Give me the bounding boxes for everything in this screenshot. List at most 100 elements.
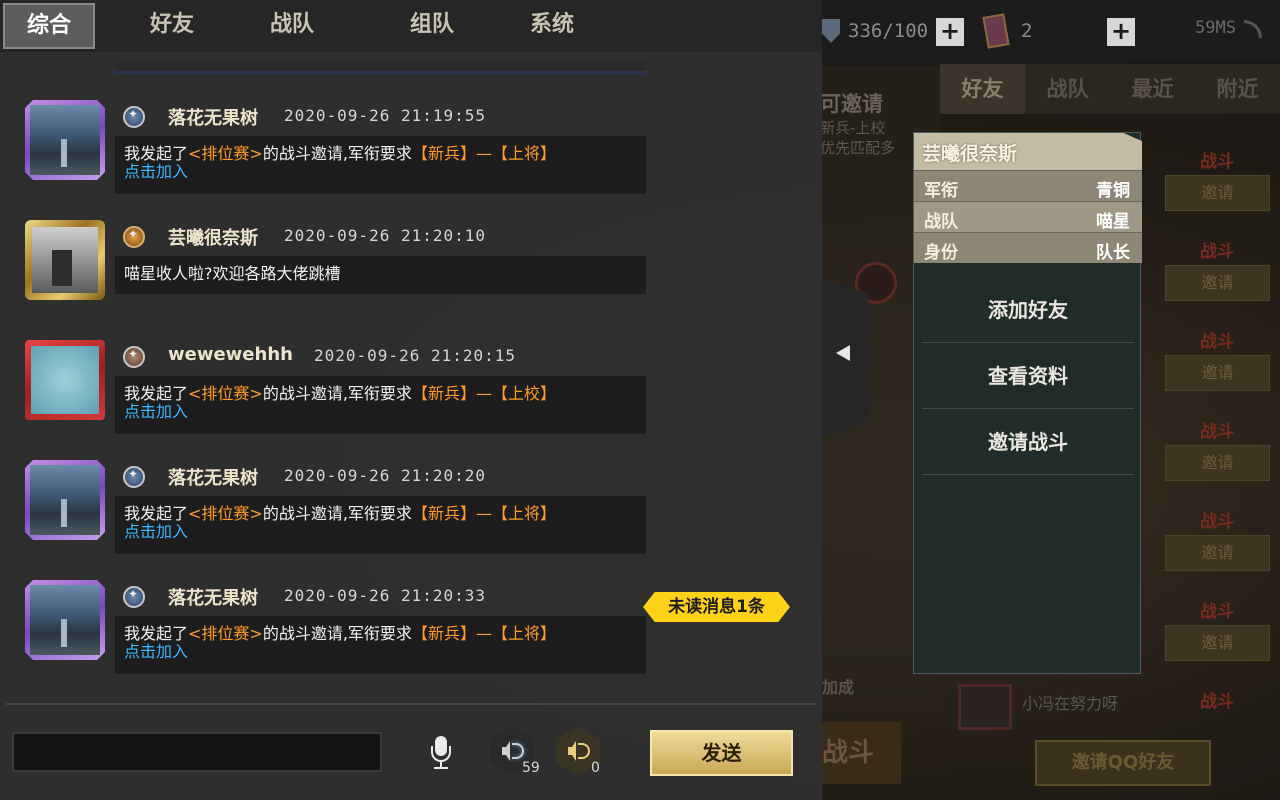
rank-from: 【新兵】 [411, 144, 476, 163]
team-voice-count: 59 [522, 760, 540, 776]
previous-message-edge [115, 62, 646, 74]
info-key: 军衔 [924, 181, 958, 201]
tab-friends[interactable]: 好友 [107, 0, 237, 52]
chat-panel: 综合 好友 战队 组队 系统 落花无果树 2020-09-26 21:19:55… [0, 0, 822, 800]
sender-name[interactable]: 落花无果树 [168, 584, 258, 610]
message-time: 2020-09-26 21:20:15 [314, 346, 517, 365]
message-time: 2020-09-26 21:20:33 [284, 586, 487, 605]
friend-battle-label: 战斗 [1200, 602, 1234, 622]
microphone-icon[interactable] [430, 736, 452, 770]
input-divider [6, 703, 816, 705]
avatar[interactable] [25, 460, 105, 540]
avatar[interactable] [25, 340, 105, 420]
friend-invite-button[interactable]: 邀请 [1165, 625, 1270, 661]
avatar[interactable] [25, 220, 105, 300]
message-text: 的战斗邀请,军衔要求 [262, 384, 412, 403]
message-time: 2020-09-26 21:20:20 [284, 466, 487, 485]
join-link[interactable]: 点击加入 [124, 643, 637, 661]
sender-name[interactable]: 落花无果树 [168, 104, 258, 130]
join-link[interactable]: 点击加入 [124, 163, 637, 181]
info-value: 喵星 [1096, 212, 1130, 232]
friend-invite-button[interactable]: 邀请 [1165, 445, 1270, 481]
rank-badge-icon [123, 226, 145, 248]
add-friend-button[interactable]: 添加好友 [922, 277, 1134, 343]
friend-name: 小冯在努力呀 [1022, 694, 1119, 713]
friend-battle-label: 战斗 [1200, 422, 1234, 442]
side-tab-team[interactable]: 战队 [1025, 64, 1110, 114]
rank-badge-icon [123, 586, 145, 608]
match-mode: <排位赛> [188, 504, 263, 523]
popup-info-row: 身份 队长 [914, 232, 1142, 263]
rank-dash: — [475, 624, 492, 643]
card-counter: 2 [982, 13, 1033, 49]
ping-readout: 59MS [1195, 18, 1236, 38]
message-text: 喵星收人啦?欢迎各路大佬跳槽 [124, 264, 341, 283]
chat-input[interactable] [12, 732, 382, 772]
rank-badge-icon [123, 346, 145, 368]
friend-invite-button[interactable]: 邀请 [1165, 175, 1270, 211]
message-text: 的战斗邀请,军衔要求 [262, 144, 412, 163]
friend-battle-label: 战斗 [1200, 152, 1234, 172]
rank-dash: — [475, 384, 492, 403]
add-stamina-button[interactable]: + [936, 18, 964, 46]
chat-message: 落花无果树 2020-09-26 21:19:55 我发起了<排位赛>的战斗邀请… [25, 100, 655, 210]
friend-invite-button[interactable]: 邀请 [1165, 265, 1270, 301]
info-value: 队长 [1096, 243, 1130, 263]
invite-sub-line2: 优先匹配多 [820, 139, 896, 157]
info-key: 战队 [924, 212, 958, 232]
join-link[interactable]: 点击加入 [124, 523, 637, 541]
message-text: 我发起了 [124, 144, 189, 163]
side-tab-recent[interactable]: 最近 [1110, 64, 1195, 114]
rank-badge-icon [123, 466, 145, 488]
sender-name[interactable]: 落花无果树 [168, 464, 258, 490]
side-tab-friends[interactable]: 好友 [940, 64, 1025, 114]
invite-title: 可邀请 [820, 92, 883, 116]
friend-battle-label: 战斗 [1200, 692, 1234, 712]
avatar[interactable] [25, 100, 105, 180]
info-key: 身份 [924, 243, 958, 263]
tab-team[interactable]: 战队 [237, 0, 347, 52]
message-text: 的战斗邀请,军衔要求 [262, 624, 412, 643]
message-bubble: 喵星收人啦?欢迎各路大佬跳槽 [115, 256, 646, 294]
message-time: 2020-09-26 21:19:55 [284, 106, 487, 125]
avatar[interactable] [25, 580, 105, 660]
popup-info-row: 军衔 青铜 [914, 170, 1142, 201]
card-count: 2 [1021, 20, 1033, 42]
side-tab-nearby[interactable]: 附近 [1195, 64, 1280, 114]
message-bubble: 我发起了<排位赛>的战斗邀请,军衔要求【新兵】—【上将】 点击加入 [115, 496, 646, 554]
rank-from: 【新兵】 [411, 384, 476, 403]
send-button[interactable]: 发送 [650, 730, 793, 776]
friend-invite-button[interactable]: 邀请 [1165, 355, 1270, 391]
popup-info-row: 战队 喵星 [914, 201, 1142, 232]
friends-side-tabs: 好友 战队 最近 附近 [940, 64, 1280, 114]
tab-system[interactable]: 系统 [497, 0, 607, 52]
stamina-value: 336/100 [848, 20, 929, 42]
match-mode: <排位赛> [188, 144, 263, 163]
invite-battle-button[interactable]: 邀请战斗 [922, 409, 1134, 475]
invite-sub-line1: 新兵-上校 [820, 119, 886, 137]
sender-name[interactable]: wewewehhh [168, 344, 293, 365]
collapse-arrow-icon[interactable] [836, 345, 850, 361]
message-bubble: 我发起了<排位赛>的战斗邀请,军衔要求【新兵】—【上将】 点击加入 [115, 616, 646, 674]
tab-squad[interactable]: 组队 [377, 0, 487, 52]
invite-qq-button[interactable]: 邀请QQ好友 [1035, 740, 1211, 786]
join-link[interactable]: 点击加入 [124, 403, 637, 421]
match-mode: <排位赛> [188, 624, 263, 643]
friend-invite-button[interactable]: 邀请 [1165, 535, 1270, 571]
friend-avatar [958, 684, 1012, 730]
tab-general[interactable]: 综合 [3, 3, 95, 49]
message-text: 我发起了 [124, 624, 189, 643]
rank-from: 【新兵】 [411, 624, 476, 643]
world-voice-count: 0 [591, 760, 600, 776]
add-card-button[interactable]: + [1107, 18, 1135, 46]
rank-to: 【上将】 [491, 144, 556, 163]
unread-messages-badge[interactable]: 未读消息1条 [643, 592, 790, 622]
rank-to: 【上将】 [491, 504, 556, 523]
chat-message: 芸曦很奈斯 2020-09-26 21:20:10 喵星收人啦?欢迎各路大佬跳槽 [25, 220, 655, 330]
view-profile-button[interactable]: 查看资料 [922, 343, 1134, 409]
friend-battle-label: 战斗 [1200, 512, 1234, 532]
sender-name[interactable]: 芸曦很奈斯 [168, 224, 258, 250]
chat-tabs: 综合 好友 战队 组队 系统 [0, 0, 822, 52]
message-text: 的战斗邀请,军衔要求 [262, 504, 412, 523]
friend-battle-label: 战斗 [1200, 242, 1234, 262]
